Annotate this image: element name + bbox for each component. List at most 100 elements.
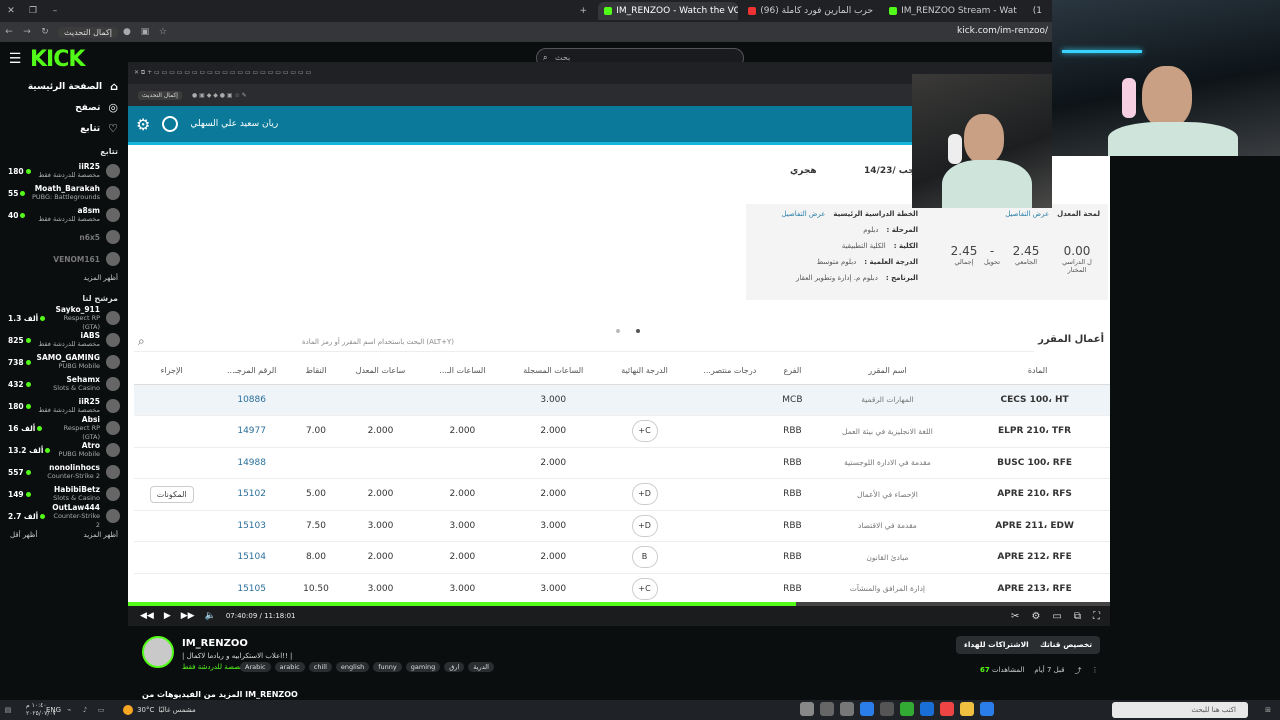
menu-icon[interactable]: ☰ bbox=[0, 51, 30, 67]
update-button[interactable]: إكمال التحديث bbox=[58, 26, 118, 38]
sidebar-channel[interactable]: nonolinhocs Counter-Strike 2 557 bbox=[0, 461, 128, 483]
tab-active[interactable]: IM_RENZOO - Watch the VOD bbox=[598, 2, 739, 20]
clip-icon[interactable]: ✂ bbox=[1011, 611, 1019, 622]
taskbar-search-input[interactable]: اكتب هنا للبحث bbox=[1112, 702, 1248, 718]
show-more-following[interactable]: أظهر المزيد bbox=[0, 270, 128, 286]
bookmark-star-icon[interactable]: ☆ bbox=[154, 27, 172, 37]
minimize-window-icon[interactable]: – bbox=[44, 6, 66, 16]
fullscreen-icon[interactable]: ⛶ bbox=[1093, 611, 1100, 622]
tag-chip[interactable]: Arabic bbox=[240, 662, 271, 672]
column-header[interactable]: ساعات المعدل bbox=[338, 358, 423, 385]
app-icon[interactable] bbox=[800, 702, 814, 716]
tab-other[interactable]: (1 bbox=[1027, 2, 1048, 20]
customize-channel-button[interactable]: تخصيص قناتك bbox=[1032, 636, 1101, 654]
extensions-icon[interactable]: ▣ bbox=[136, 27, 154, 37]
gift-subs-button[interactable]: الاشتراكات للهداء bbox=[956, 636, 1037, 654]
show-less-label[interactable]: أظهر أقل bbox=[10, 531, 37, 539]
sidebar-channel[interactable]: iABS مخصصة للدردشة فقط 825 bbox=[0, 329, 128, 351]
tag-chip[interactable]: arabic bbox=[274, 662, 305, 672]
profile-icon[interactable]: ● bbox=[118, 27, 136, 37]
restore-window-icon[interactable]: ❐ bbox=[22, 6, 44, 16]
play-icon[interactable]: ▶ bbox=[164, 611, 171, 621]
nav-browse[interactable]: ◎ تصفح bbox=[0, 97, 128, 118]
column-header[interactable]: درجات منتصر... bbox=[684, 358, 776, 385]
word-icon[interactable] bbox=[980, 702, 994, 716]
tag-chip[interactable]: gaming bbox=[405, 662, 441, 672]
volume-icon[interactable]: 🔈 bbox=[205, 611, 216, 621]
battery-icon[interactable]: ▭ bbox=[93, 706, 109, 714]
store-icon[interactable] bbox=[860, 702, 874, 716]
stream-category[interactable]: مخصصة للدردشة فقط bbox=[182, 663, 248, 671]
column-header[interactable]: الدرجة النهائية bbox=[604, 358, 685, 385]
sidebar-channel[interactable]: VENOM161 bbox=[0, 248, 128, 270]
components-button[interactable]: المكونات bbox=[149, 485, 194, 503]
sidebar-channel[interactable]: iiR25 مخصصة للدردشة فقط 180 bbox=[0, 160, 128, 182]
column-header[interactable]: المادة bbox=[965, 358, 1110, 385]
weather-widget[interactable]: 30°C مشمس غالبًا bbox=[123, 705, 196, 715]
column-header[interactable]: النقاط bbox=[293, 358, 339, 385]
sidebar-channel[interactable]: OutLaw444 Counter-Strike 2 2.7 ألف bbox=[0, 503, 128, 529]
tag-chip[interactable]: funny bbox=[373, 662, 402, 672]
player-controls: ◀◀ ▶ ▶▶ 🔈 07:40:09 / 11:18:01 ✂ ⚙ ▭ ⧉ ⛶ bbox=[128, 606, 1110, 626]
close-window-icon[interactable]: ✕ bbox=[0, 6, 22, 16]
column-header[interactable]: الساعات المسجلة bbox=[501, 358, 605, 385]
gpa-details-link: عرض التفاصيل bbox=[1005, 210, 1050, 218]
rewind-icon[interactable]: ◀◀ bbox=[140, 611, 154, 621]
tab-youtube[interactable]: (96) حرب المارين فورد كاملة bbox=[742, 2, 879, 20]
column-header[interactable]: الرقم المرجـ... bbox=[209, 358, 294, 385]
column-header[interactable]: اسم المقرر bbox=[809, 358, 966, 385]
nav-home[interactable]: ⌂ الصفحة الرئيسية bbox=[0, 76, 128, 97]
speaker-icon[interactable]: ♪ bbox=[77, 706, 93, 714]
forward-icon[interactable]: ▶▶ bbox=[181, 611, 195, 621]
sidebar-channel[interactable]: n6x5 bbox=[0, 226, 128, 248]
tag-chip[interactable]: ارق bbox=[444, 662, 465, 672]
sidebar-channel[interactable]: Sehamx Slots & Casino 432 bbox=[0, 373, 128, 395]
sidebar-channel[interactable]: SAMO_GAMING PUBG Mobile 738 bbox=[0, 351, 128, 373]
tab-stream[interactable]: IM_RENZOO Stream - Wat bbox=[883, 2, 1023, 20]
theater-icon[interactable]: ▭ bbox=[1052, 611, 1061, 622]
more-options-icon[interactable]: ⋮ bbox=[1091, 666, 1098, 676]
channel-name[interactable]: IM_RENZOO bbox=[182, 638, 248, 649]
sidebar-channel[interactable]: Absi Respect RP (GTA) 16 ألف bbox=[0, 415, 128, 441]
xbox-icon[interactable] bbox=[900, 702, 914, 716]
viewer-count: 180 bbox=[8, 167, 31, 176]
webcam-overlay-1 bbox=[912, 74, 1052, 208]
app-icon[interactable] bbox=[880, 702, 894, 716]
tag-chip[interactable]: chill bbox=[308, 662, 332, 672]
kick-logo[interactable]: KICK bbox=[30, 47, 85, 72]
column-header[interactable]: الساعات الـ... bbox=[422, 358, 502, 385]
network-icon[interactable]: ⌁ bbox=[61, 706, 77, 714]
cell-name: مقدمة في الادارة اللوجستية bbox=[809, 447, 966, 479]
sidebar-channel[interactable]: Moath_Barakah PUBG: Battlegrounds 55 bbox=[0, 182, 128, 204]
column-header[interactable]: الإجراء bbox=[134, 358, 210, 385]
reload-icon[interactable]: ↻ bbox=[36, 27, 54, 37]
new-tab-icon[interactable]: + bbox=[572, 6, 594, 16]
live-dot-icon bbox=[20, 212, 26, 218]
url-field[interactable]: kick.com/im-renzoo/ bbox=[957, 26, 1048, 36]
nav-following[interactable]: ♡ تتابع bbox=[0, 118, 128, 139]
app-icon[interactable] bbox=[820, 702, 834, 716]
windows-start-icon[interactable]: ⊞ bbox=[1260, 706, 1276, 714]
channel-avatar[interactable] bbox=[142, 636, 174, 668]
pip-icon[interactable]: ⧉ bbox=[1074, 611, 1081, 622]
folder-icon[interactable] bbox=[960, 702, 974, 716]
sidebar-channel[interactable]: Atro PUBG Mobile 13.2 ألف bbox=[0, 439, 128, 461]
sidebar-channel[interactable]: a8sm مخصصة للدردشة فقط 40 bbox=[0, 204, 128, 226]
cell-action bbox=[134, 447, 210, 479]
cell-action bbox=[134, 384, 210, 416]
notifications-icon[interactable]: ▤ bbox=[0, 706, 16, 714]
back-icon[interactable]: ← bbox=[0, 27, 18, 37]
forward-icon[interactable]: → bbox=[18, 27, 36, 37]
tag-chip[interactable]: الدرية bbox=[468, 662, 494, 672]
cell-code: ELPR 210، TFR bbox=[965, 415, 1110, 448]
column-header[interactable]: الفرع bbox=[775, 358, 810, 385]
viewer-count: 1.3 ألف bbox=[8, 314, 46, 323]
app-icon[interactable] bbox=[840, 702, 854, 716]
sidebar-channel[interactable]: Sayko_911 Respect RP (GTA) 1.3 ألف bbox=[0, 305, 128, 331]
edge-icon[interactable] bbox=[920, 702, 934, 716]
search-placeholder: بحث bbox=[555, 53, 571, 62]
tag-chip[interactable]: english bbox=[335, 662, 370, 672]
settings-icon[interactable]: ⚙ bbox=[1031, 611, 1040, 622]
share-icon[interactable]: ⤴ bbox=[1074, 666, 1081, 676]
chrome-icon[interactable] bbox=[940, 702, 954, 716]
